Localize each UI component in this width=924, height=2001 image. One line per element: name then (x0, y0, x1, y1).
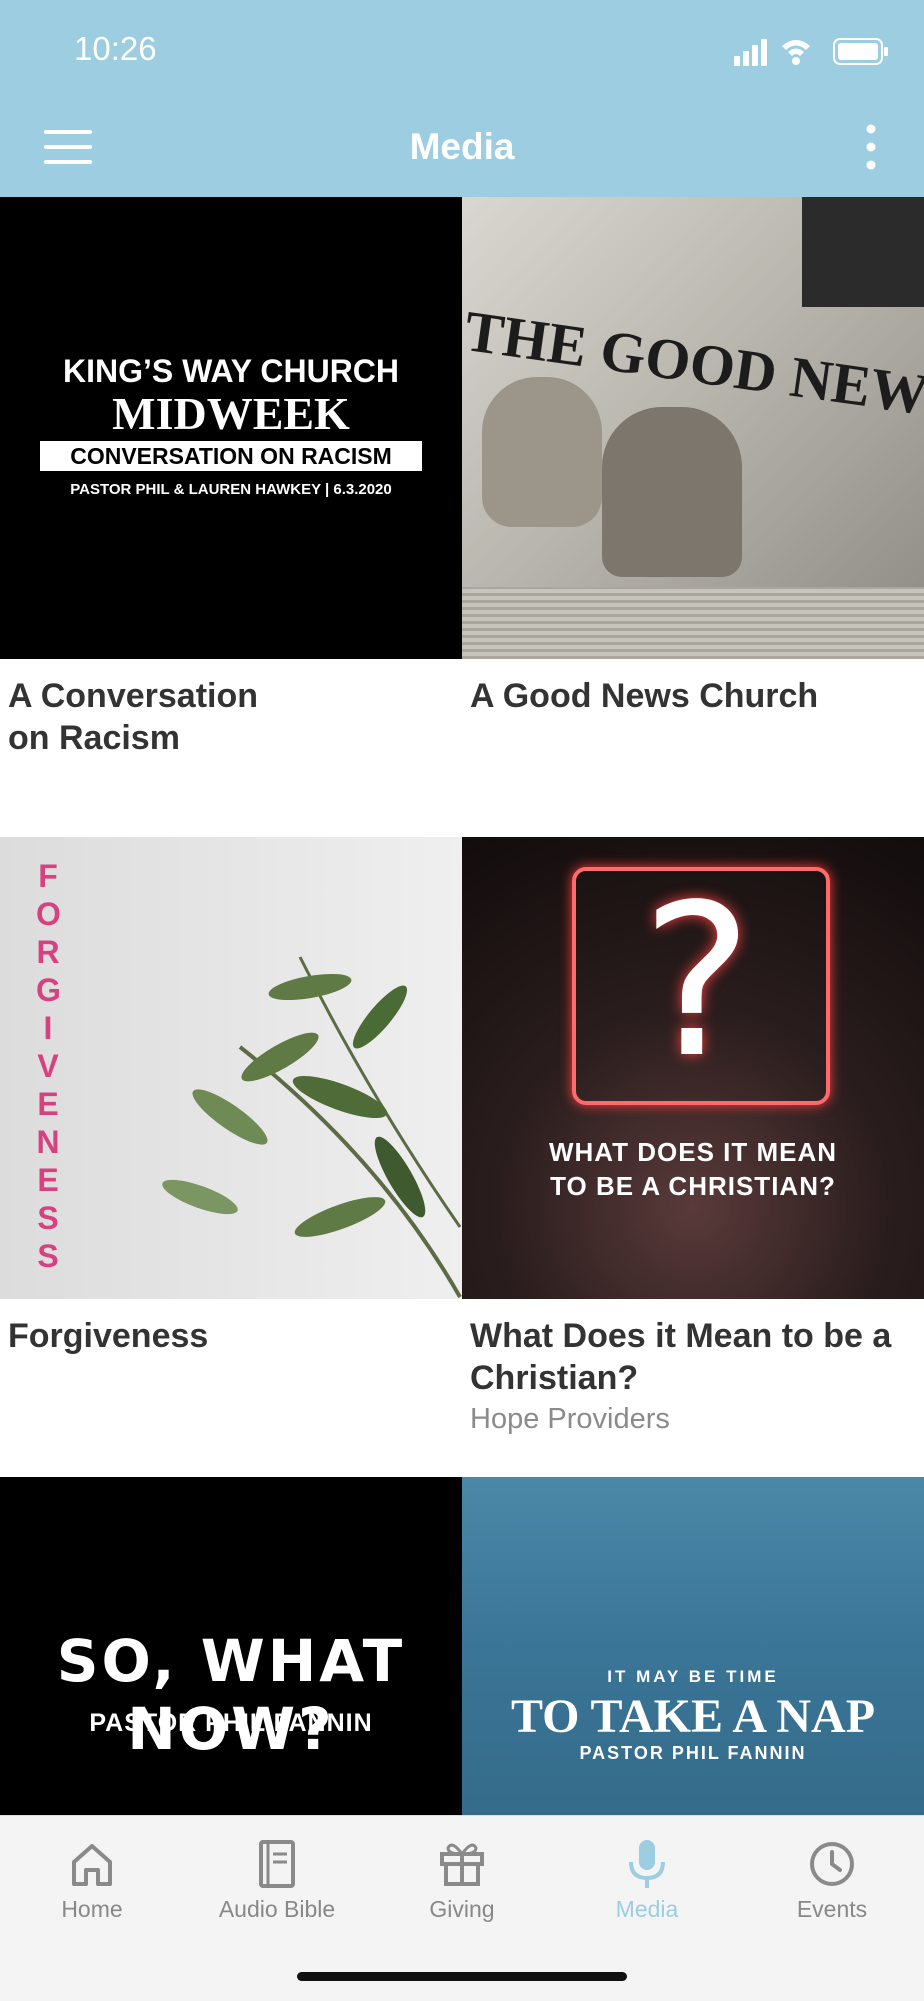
tab-audio-bible[interactable]: Audio Bible (185, 1816, 369, 1966)
art-line: TO BE A CHRISTIAN? (550, 1171, 836, 1201)
media-card-good-news-church[interactable]: THE GOOD NEWS CH A Good News Church (462, 197, 924, 837)
media-card-take-a-nap[interactable]: IT MAY BE TIME TO TAKE A NAP PASTOR PHIL… (462, 1477, 924, 1815)
art-line: CONVERSATION ON RACISM (40, 441, 422, 471)
media-card-what-does-it-mean[interactable]: ? WHAT DOES IT MEAN TO BE A CHRISTIAN? W… (462, 837, 924, 1477)
art-line: WHAT DOES IT MEAN (548, 1137, 838, 1167)
gift-icon (440, 1843, 484, 1886)
media-title: A Conversation on Racism (8, 677, 259, 757)
media-subtitle: Hope Providers (470, 1403, 670, 1435)
media-title: A Good News Church (470, 677, 819, 715)
person-photo (602, 407, 742, 577)
question-mark-icon: ? (641, 859, 753, 1104)
tab-label: Audio Bible (218, 1896, 336, 1922)
battery-icon (833, 38, 888, 65)
home-icon (72, 1844, 112, 1886)
tab-label: Events (796, 1896, 868, 1922)
home-indicator (297, 1972, 627, 1981)
media-thumbnail[interactable]: ? WHAT DOES IT MEAN TO BE A CHRISTIAN? (462, 837, 924, 1299)
media-thumbnail[interactable]: SO, WHAT NOW? PASTOR PHIL FANNIN (0, 1477, 462, 1815)
book-icon (259, 1840, 295, 1888)
media-card-so-what-now[interactable]: SO, WHAT NOW? PASTOR PHIL FANNIN (0, 1477, 462, 1815)
tab-label: Media (615, 1896, 679, 1922)
art-line: PASTOR PHIL & LAUREN HAWKEY | 6.3.2020 (70, 481, 392, 498)
wifi-icon (782, 40, 810, 65)
media-thumbnail[interactable]: THE GOOD NEWS CH (462, 197, 924, 659)
tab-label: Giving (429, 1896, 495, 1922)
media-title: Forgiveness (8, 1317, 209, 1355)
newspaper-print (462, 587, 924, 659)
media-card-forgiveness[interactable]: FORGIVENESS Forgiveness (0, 837, 462, 1477)
media-title: What Does it Mean to be a Christian? (470, 1317, 892, 1397)
person-photo (482, 377, 602, 527)
status-time: 10:26 (74, 30, 157, 67)
tab-giving[interactable]: Giving (370, 1816, 554, 1966)
page-title: Media (409, 126, 515, 167)
clock-icon (810, 1842, 854, 1886)
status-icons (734, 38, 888, 66)
background-window (802, 197, 924, 307)
art-line: IT MAY BE TIME (607, 1667, 779, 1686)
plant-image (162, 956, 462, 1298)
signal-icon (734, 39, 767, 66)
art-line: PASTOR PHIL FANNIN (579, 1743, 807, 1763)
art-line: TO TAKE A NAP (510, 1690, 876, 1743)
tab-label: Home (61, 1896, 123, 1922)
media-thumbnail[interactable]: KING’S WAY CHURCH MIDWEEK CONVERSATION O… (0, 197, 462, 659)
app-header: 10:26 Media (0, 0, 924, 197)
art-line: KING’S WAY CHURCH (62, 353, 400, 389)
art-line: PASTOR PHIL FANNIN (89, 1709, 373, 1737)
tab-media[interactable]: Media (555, 1816, 739, 1966)
tab-home[interactable]: Home (0, 1816, 184, 1966)
tab-events[interactable]: Events (740, 1816, 924, 1966)
art-line: SO, WHAT NOW? (56, 1627, 406, 1763)
more-options-button[interactable] (864, 123, 878, 171)
art-line: MIDWEEK (112, 388, 350, 439)
media-thumbnail[interactable]: IT MAY BE TIME TO TAKE A NAP PASTOR PHIL… (462, 1477, 924, 1815)
microphone-icon (629, 1840, 665, 1888)
media-thumbnail[interactable]: FORGIVENESS (0, 837, 462, 1299)
media-card-conversation-on-racism[interactable]: KING’S WAY CHURCH MIDWEEK CONVERSATION O… (0, 197, 462, 837)
forgiveness-vertical-text: FORGIVENESS (36, 858, 61, 1274)
